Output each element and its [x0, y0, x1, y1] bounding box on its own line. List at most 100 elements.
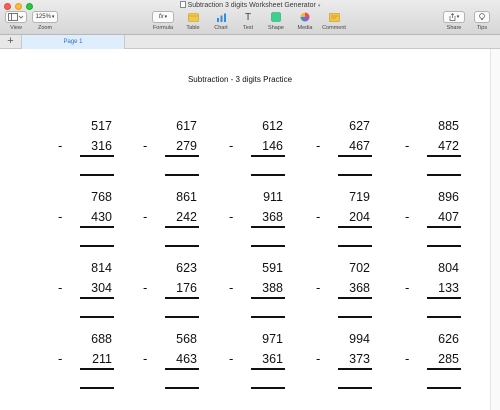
answer-line — [338, 297, 372, 299]
subtraction-problem: 591 - 388 — [229, 261, 285, 323]
formula-label: Formula — [152, 25, 174, 31]
shape-button[interactable] — [266, 11, 286, 23]
answer-blank[interactable] — [251, 387, 285, 389]
view-tool[interactable]: View — [5, 11, 27, 31]
formula-button[interactable]: fx ▾ — [152, 11, 174, 23]
minus-sign: - — [229, 351, 234, 366]
shape-icon — [271, 12, 281, 22]
subtraction-problem: 617 - 279 — [143, 119, 199, 181]
minuend: 517 — [91, 119, 112, 133]
subtraction-problem: 994 - 373 — [316, 332, 372, 394]
subtraction-problem: 568 - 463 — [143, 332, 199, 394]
lightbulb-icon — [479, 13, 485, 20]
answer-blank[interactable] — [427, 316, 461, 318]
zoom-select[interactable]: 125% ▾ — [32, 11, 58, 23]
tab-page-1[interactable]: Page 1 — [22, 35, 125, 49]
answer-blank[interactable] — [251, 174, 285, 176]
answer-blank[interactable] — [165, 174, 199, 176]
shape-tool[interactable]: Shape — [266, 11, 286, 31]
answer-blank[interactable] — [427, 387, 461, 389]
answer-blank[interactable] — [338, 387, 372, 389]
subtraction-problem: 627 - 467 — [316, 119, 372, 181]
answer-line — [80, 368, 114, 370]
subtrahend: 316 — [91, 139, 112, 153]
answer-line — [80, 297, 114, 299]
answer-blank[interactable] — [427, 245, 461, 247]
answer-blank[interactable] — [165, 387, 199, 389]
minuend: 994 — [349, 332, 370, 346]
subtraction-problem: 768 - 430 — [58, 190, 114, 252]
minus-sign: - — [405, 138, 410, 153]
share-button[interactable]: ▾ — [443, 11, 465, 23]
tips-tool[interactable]: Tips — [474, 11, 490, 31]
minuend: 702 — [349, 261, 370, 275]
minuend: 814 — [91, 261, 112, 275]
answer-blank[interactable] — [338, 316, 372, 318]
answer-blank[interactable] — [165, 316, 199, 318]
table-tool[interactable]: Table — [183, 11, 203, 31]
subtrahend: 463 — [176, 352, 197, 366]
subtrahend: 204 — [349, 210, 370, 224]
chevron-down-icon[interactable]: ▾ — [318, 3, 321, 9]
answer-line — [80, 155, 114, 157]
minus-sign: - — [405, 280, 410, 295]
tips-label: Tips — [476, 25, 488, 31]
subtrahend: 368 — [349, 281, 370, 295]
table-button[interactable] — [183, 11, 203, 23]
answer-blank[interactable] — [80, 245, 114, 247]
answer-blank[interactable] — [165, 245, 199, 247]
minuend: 688 — [91, 332, 112, 346]
tips-button[interactable] — [474, 11, 490, 23]
minuend: 626 — [438, 332, 459, 346]
chevron-down-icon: ▾ — [51, 14, 55, 20]
media-tool[interactable]: Media — [295, 11, 315, 31]
subtraction-problem: 517 - 316 — [58, 119, 114, 181]
answer-line — [427, 368, 461, 370]
subtrahend: 285 — [438, 352, 459, 366]
media-button[interactable] — [295, 11, 315, 23]
answer-blank[interactable] — [251, 245, 285, 247]
minuend: 719 — [349, 190, 370, 204]
answer-line — [165, 155, 199, 157]
subtraction-problem: 814 - 304 — [58, 261, 114, 323]
subtrahend: 388 — [262, 281, 283, 295]
comment-button[interactable] — [321, 11, 347, 23]
minuend: 768 — [91, 190, 112, 204]
answer-blank[interactable] — [80, 316, 114, 318]
add-sheet-button[interactable]: + — [0, 35, 22, 49]
subtrahend: 472 — [438, 139, 459, 153]
text-tool[interactable]: T Text — [240, 11, 256, 32]
answer-line — [80, 226, 114, 228]
vertical-scrollbar[interactable] — [490, 49, 500, 410]
subtraction-problem: 861 - 242 — [143, 190, 199, 252]
share-label: Share — [446, 25, 462, 31]
zoom-value: 125% — [35, 14, 51, 20]
subtraction-problem: 885 - 472 — [405, 119, 461, 181]
text-box-icon[interactable]: T — [240, 11, 256, 23]
minus-sign: - — [229, 209, 234, 224]
subtrahend: 279 — [176, 139, 197, 153]
answer-blank[interactable] — [80, 174, 114, 176]
answer-blank[interactable] — [338, 174, 372, 176]
zoom-tool[interactable]: 125% ▾ Zoom — [32, 11, 58, 31]
minus-sign: - — [229, 280, 234, 295]
chart-button[interactable] — [211, 11, 231, 23]
answer-line — [165, 226, 199, 228]
answer-blank[interactable] — [427, 174, 461, 176]
answer-line — [427, 226, 461, 228]
subtraction-problem: 719 - 204 — [316, 190, 372, 252]
subtraction-problem: 971 - 361 — [229, 332, 285, 394]
comment-tool[interactable]: Comment — [321, 11, 347, 31]
answer-line — [251, 226, 285, 228]
view-button[interactable] — [5, 11, 27, 23]
answer-line — [427, 297, 461, 299]
answer-blank[interactable] — [338, 245, 372, 247]
subtrahend: 368 — [262, 210, 283, 224]
formula-tool[interactable]: fx ▾ Formula — [152, 11, 174, 31]
answer-blank[interactable] — [80, 387, 114, 389]
answer-blank[interactable] — [251, 316, 285, 318]
function-icon: fx — [158, 14, 164, 20]
minuend: 623 — [176, 261, 197, 275]
share-tool[interactable]: ▾ Share — [443, 11, 465, 31]
chart-tool[interactable]: Chart — [211, 11, 231, 31]
